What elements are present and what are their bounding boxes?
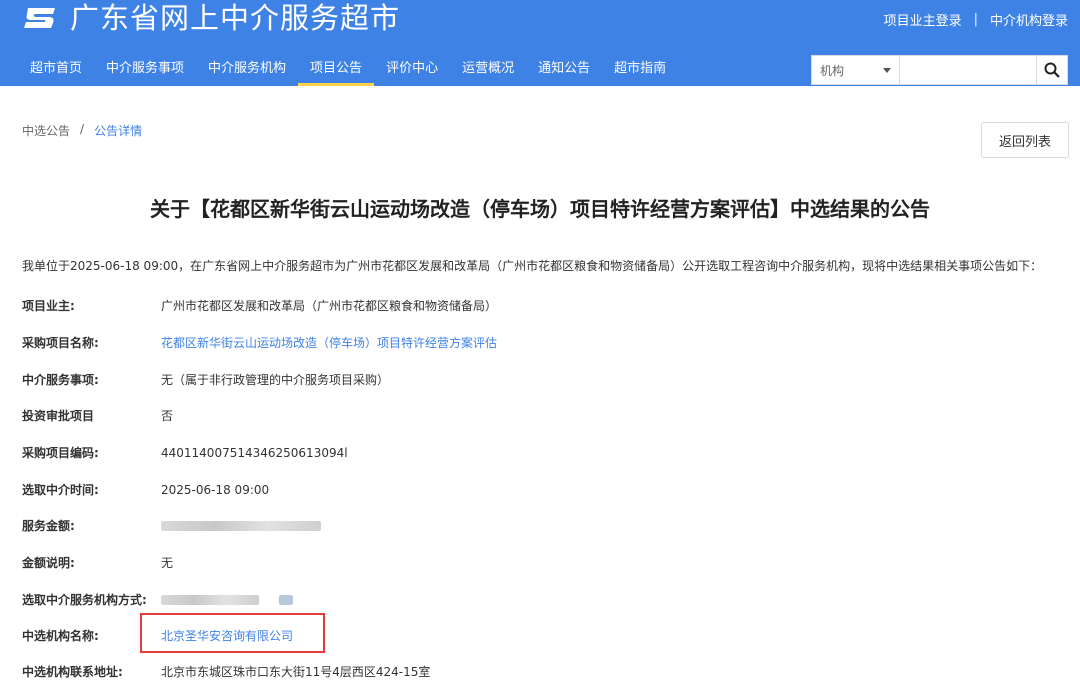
field-label: 金额说明: (22, 556, 75, 570)
field-value: 2025-06-18 09:00 (161, 482, 270, 497)
main-nav: 超市首页 中介服务事项 中介服务机构 项目公告 评价中心 运营概况 通知公告 超… (18, 52, 678, 86)
nav-operations-overview[interactable]: 运营概况 (450, 52, 526, 86)
field-label: 选取中介时间: (22, 483, 99, 497)
field-label: 服务金额: (22, 519, 75, 533)
agency-login-link[interactable]: 中介机构登录 (990, 10, 1068, 29)
search-button[interactable] (1036, 56, 1067, 84)
nav-guide[interactable]: 超市指南 (602, 52, 678, 86)
field-owner: 项目业主: 广州市花都区发展和改革局（广州市花都区粮食和物资储备局） (22, 297, 497, 314)
field-selection-time: 选取中介时间: 2025-06-18 09:00 (22, 481, 269, 498)
redacted-method-icon (279, 594, 293, 605)
announcement-title: 关于【花都区新华街云山运动场改造（停车场）项目特许经营方案评估】中选结果的公告 (150, 197, 930, 221)
login-separator: | (973, 12, 978, 27)
nav-service-items[interactable]: 中介服务事项 (94, 52, 196, 86)
field-selection-method: 选取中介服务机构方式: (22, 591, 293, 608)
field-service-amount: 服务金额: (22, 517, 321, 534)
redacted-amount (161, 520, 321, 531)
field-amount-note: 金额说明: 无 (22, 554, 173, 571)
field-label: 中选机构联系地址: (22, 665, 123, 679)
field-project-name: 采购项目名称: 花都区新华街云山运动场改造（停车场）项目特许经营方案评估 (22, 334, 497, 351)
nav-evaluation-center[interactable]: 评价中心 (374, 52, 450, 86)
search-icon (1044, 62, 1060, 78)
field-value: 广州市花都区发展和改革局（广州市花都区粮食和物资储备局） (161, 299, 498, 313)
field-label: 采购项目名称: (22, 336, 99, 350)
field-label: 采购项目编码: (22, 446, 99, 460)
breadcrumb-parent[interactable]: 中选公告 (22, 122, 70, 139)
nav-project-announcements[interactable]: 项目公告 (298, 52, 375, 86)
field-label: 投资审批项目 (22, 409, 95, 423)
back-to-list-button[interactable]: 返回列表 (981, 122, 1069, 158)
s-logo-icon (22, 5, 58, 31)
nav-notices[interactable]: 通知公告 (526, 52, 602, 86)
search-bar: 机构 (811, 55, 1068, 85)
breadcrumb-sep: / (80, 122, 85, 136)
header: 广东省网上中介服务超市 项目业主登录 | 中介机构登录 超市首页 中介服务事项 … (0, 0, 1080, 86)
nav-service-agencies[interactable]: 中介服务机构 (196, 52, 298, 86)
field-label: 项目业主: (22, 299, 75, 313)
redacted-method (161, 594, 259, 605)
project-name-link[interactable]: 花都区新华街云山运动场改造（停车场）项目特许经营方案评估 (161, 334, 497, 351)
search-type-value: 机构 (820, 63, 845, 78)
field-value: 无（属于非行政管理的中介服务项目采购） (161, 373, 390, 387)
field-project-code: 采购项目编码: 440114007514346250613094l (22, 444, 348, 461)
field-label: 选取中介服务机构方式: (22, 593, 147, 607)
breadcrumb-current: 公告详情 (94, 124, 143, 138)
field-value: 无 (161, 556, 174, 570)
announcement-intro: 我单位于2025-06-18 09:00，在广东省网上中介服务超市为广州市花都区… (22, 259, 1043, 273)
owner-login-link[interactable]: 项目业主登录 (884, 10, 962, 29)
field-label: 中介服务事项: (22, 373, 99, 387)
field-value: 否 (161, 409, 174, 423)
field-value: 北京市东城区珠市口东大街11号4层西区424-15室 (161, 665, 431, 679)
caret-down-icon (883, 67, 891, 73)
site-title: 广东省网上中介服务超市 (70, 1, 401, 35)
breadcrumb: 中选公告 / 公告详情 (22, 122, 142, 139)
search-input[interactable] (900, 56, 1036, 84)
field-agency-address: 中选机构联系地址: 北京市东城区珠市口东大街11号4层西区424-15室 (22, 663, 430, 680)
highlight-box (140, 613, 325, 653)
field-investment-approval: 投资审批项目 否 (22, 407, 173, 424)
login-links: 项目业主登录 | 中介机构登录 (884, 10, 1068, 29)
field-service-item: 中介服务事项: 无（属于非行政管理的中介服务项目采购） (22, 371, 389, 388)
search-type-select[interactable]: 机构 (812, 56, 900, 84)
brand[interactable]: 广东省网上中介服务超市 (22, 0, 400, 36)
nav-home[interactable]: 超市首页 (18, 52, 94, 86)
field-value: 440114007514346250613094l (161, 445, 348, 460)
